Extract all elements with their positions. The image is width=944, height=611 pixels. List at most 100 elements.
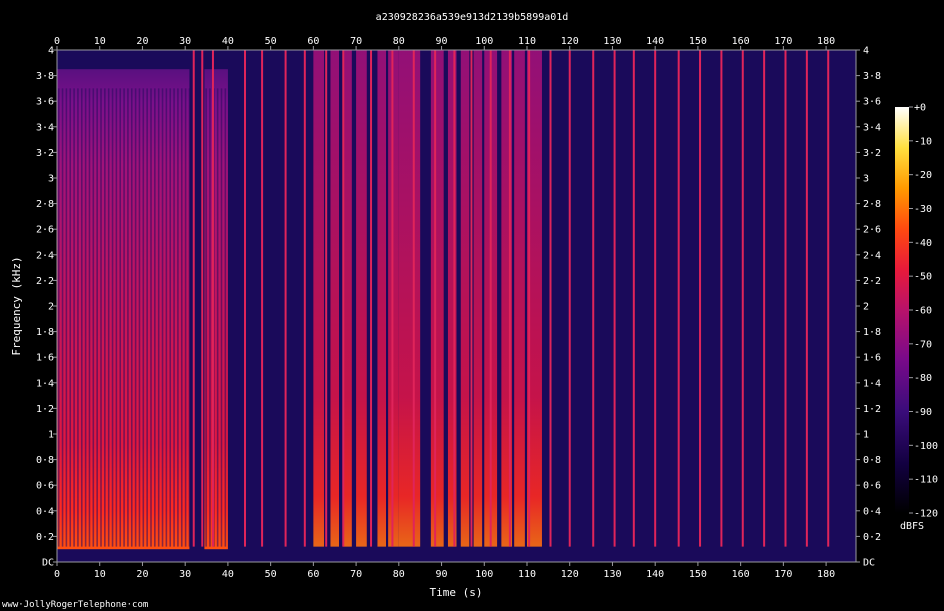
colorbar-tick-label: +0: [914, 103, 926, 114]
y-tick-label-right: 0·6: [863, 481, 881, 492]
x-tick-label-top: 180: [817, 36, 835, 47]
x-tick-label-bottom: 90: [436, 569, 448, 580]
x-tick-label-top: 30: [179, 36, 191, 47]
x-tick-label-top: 90: [436, 36, 448, 47]
y-tick-label-right: 3·4: [863, 122, 881, 133]
x-axis-top: 0 10 20 30 40 50 60 70 80 90 100 110 120 130 140 150 160…: [54, 36, 835, 50]
y-tick-label-left: 4: [48, 46, 54, 57]
y-tick-label-left: 2·4: [36, 250, 54, 261]
colorbar-tick-label: -100: [914, 441, 938, 452]
voice-burst: [460, 50, 470, 547]
y-tick-label-left: 0·6: [36, 481, 54, 492]
x-tick-label-bottom: 80: [393, 569, 405, 580]
colorbar-tick-label: -90: [914, 407, 932, 418]
x-tick-label-top: 80: [393, 36, 405, 47]
y-tick-label-right: 1·4: [863, 378, 881, 389]
y-tick-label-left: 1·6: [36, 353, 54, 364]
x-tick-label-bottom: 100: [475, 569, 493, 580]
y-tick-label-right: 0·2: [863, 532, 881, 543]
y-tick-label-right: 1: [863, 430, 869, 441]
colorbar-gradient: [895, 107, 909, 513]
voice-burst: [356, 50, 367, 547]
x-tick-label-top: 10: [94, 36, 106, 47]
spectrogram-chart: a230928236a539e913d2139b5899a01d 0 10 20 30…: [2, 12, 938, 610]
colorbar-tick-label: -120: [914, 509, 938, 520]
y-tick-label-right: 0·4: [863, 506, 881, 517]
y-tick-label-left: 3·6: [36, 97, 54, 108]
y-tick-label-left: 3·2: [36, 148, 54, 159]
x-tick-label-bottom: 120: [561, 569, 579, 580]
x-axis-label: Time (s): [430, 586, 483, 599]
x-tick-label-top: 0: [54, 36, 60, 47]
y-tick-label-left: DC: [42, 558, 54, 569]
x-tick-label-bottom: 60: [307, 569, 319, 580]
y-tick-label-left: 3·8: [36, 71, 54, 82]
x-tick-label-bottom: 110: [518, 569, 536, 580]
y-axis-left: DC 0·2 0·4 0·6 0·8 1 1·2 1·4 1·6 1·8 2 2·2 2·4 2·6 2·8…: [36, 46, 57, 569]
voice-burst: [473, 50, 483, 547]
x-tick-label-bottom: 140: [646, 569, 664, 580]
x-tick-label-top: 60: [307, 36, 319, 47]
y-tick-label-right: 3·2: [863, 148, 881, 159]
y-tick-label-right: DC: [863, 558, 875, 569]
chart-title: a230928236a539e913d2139b5899a01d: [376, 12, 569, 23]
colorbar-tick-label: -40: [914, 238, 932, 249]
x-tick-label-top: 130: [603, 36, 621, 47]
y-tick-label-left: 3: [48, 174, 54, 185]
x-tick-label-top: 100: [475, 36, 493, 47]
voice-burst: [514, 50, 525, 547]
x-tick-label-bottom: 20: [136, 569, 148, 580]
x-tick-label-top: 50: [265, 36, 277, 47]
y-tick-label-right: 2: [863, 302, 869, 313]
x-tick-label-bottom: 70: [350, 569, 362, 580]
voice-burst: [313, 50, 325, 547]
x-tick-label-top: 20: [136, 36, 148, 47]
speech-region: [204, 69, 228, 550]
footer-url: www·JollyRogerTelephone·com: [2, 600, 148, 610]
colorbar-tick-label: -80: [914, 373, 932, 384]
colorbar-tick-label: -30: [914, 204, 932, 215]
voice-burst: [343, 50, 352, 547]
y-tick-label-right: 2·2: [863, 276, 881, 287]
y-tick-label-right: 1·6: [863, 353, 881, 364]
x-tick-label-top: 150: [689, 36, 707, 47]
y-tick-label-right: 3·6: [863, 97, 881, 108]
y-tick-label-right: 2·4: [863, 250, 881, 261]
x-tick-label-bottom: 40: [222, 569, 234, 580]
y-tick-label-right: 1·8: [863, 327, 881, 338]
y-tick-label-left: 3·4: [36, 122, 54, 133]
voice-burst: [398, 50, 421, 547]
x-tick-label-bottom: 30: [179, 569, 191, 580]
colorbar-tick-label: -50: [914, 272, 932, 283]
x-tick-label-bottom: 170: [774, 569, 792, 580]
x-tick-label-bottom: 50: [265, 569, 277, 580]
x-tick-label-bottom: 150: [689, 569, 707, 580]
y-tick-label-left: 2·8: [36, 199, 54, 210]
x-tick-label-bottom: 160: [732, 569, 750, 580]
x-axis-bottom: 0 10 20 30 40 50 60 70 80 90 100 110 120 130 140 150 160…: [54, 562, 835, 580]
x-tick-label-bottom: 130: [603, 569, 621, 580]
voice-burst: [430, 50, 444, 547]
x-tick-label-bottom: 0: [54, 569, 60, 580]
y-axis-label: Frequency (kHz): [10, 256, 23, 355]
plot-area: [56, 49, 857, 563]
voice-burst: [388, 50, 399, 547]
y-tick-label-left: 1: [48, 430, 54, 441]
colorbar: +0 -10 -20 -30 -40 -50 -60 -70 -80 -90 -100 -110 -12…: [895, 103, 938, 532]
x-tick-label-top: 160: [732, 36, 750, 47]
x-tick-label-bottom: 180: [817, 569, 835, 580]
y-tick-label-left: 2·2: [36, 276, 54, 287]
colorbar-tick-label: -110: [914, 475, 938, 486]
y-tick-label-right: 2·8: [863, 199, 881, 210]
y-tick-label-left: 0·2: [36, 532, 54, 543]
colorbar-label: dBFS: [900, 521, 924, 532]
x-tick-label-top: 40: [222, 36, 234, 47]
colorbar-tick-label: -70: [914, 339, 932, 350]
x-tick-label-bottom: 10: [94, 569, 106, 580]
y-tick-label-left: 1·4: [36, 378, 54, 389]
y-tick-label-right: 2·6: [863, 225, 881, 236]
colorbar-tick-label: -10: [914, 136, 932, 147]
y-tick-label-right: 3·8: [863, 71, 881, 82]
y-tick-label-left: 2: [48, 302, 54, 313]
x-tick-label-top: 170: [774, 36, 792, 47]
